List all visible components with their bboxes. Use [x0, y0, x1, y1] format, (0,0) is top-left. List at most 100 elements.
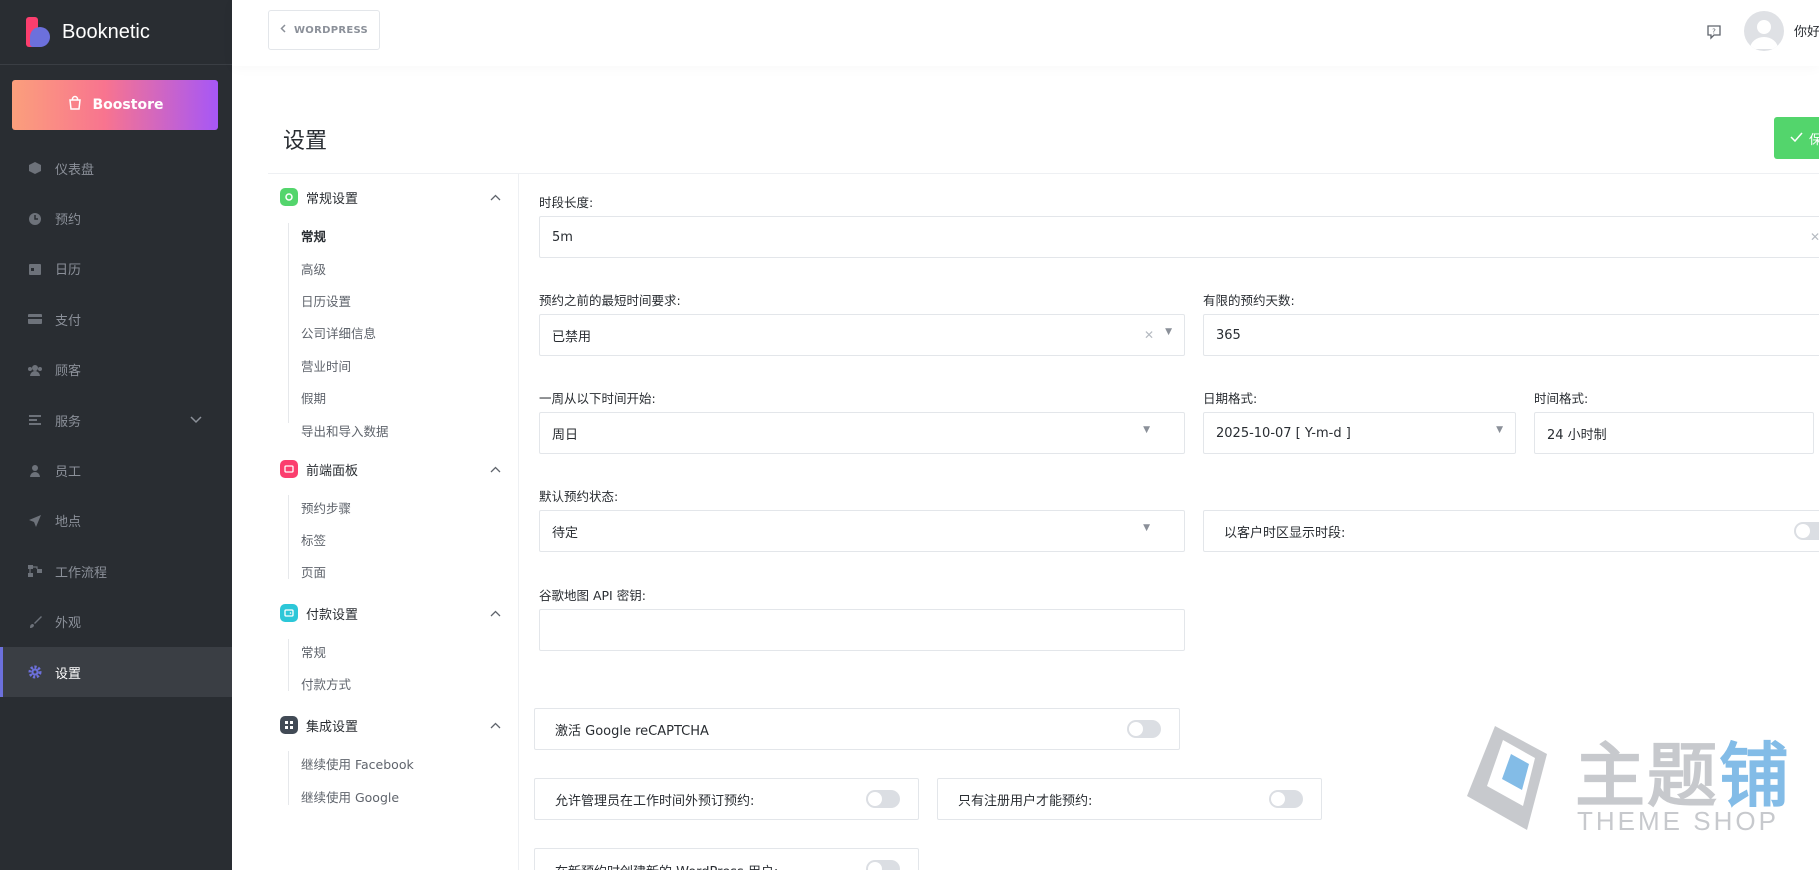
registered-only-toggle[interactable] — [1269, 790, 1303, 808]
chevron-up-icon[interactable] — [490, 606, 501, 621]
limited-days-value: 365 — [1216, 327, 1241, 343]
sidebar-item-staff[interactable]: 员工 — [0, 445, 232, 495]
settings-link-payment-methods[interactable]: 付款方式 — [301, 674, 351, 693]
create-wp-user-row: 在新预约时创建新的 WordPress 用户: — [534, 848, 919, 870]
avatar[interactable] — [1744, 11, 1784, 51]
date-format-select[interactable]: 2025-10-07 [ Y-m-d ] ▼ — [1203, 412, 1516, 454]
settings-link-payment-general[interactable]: 常规 — [301, 642, 326, 661]
allow-admin-outside-toggle[interactable] — [866, 790, 900, 808]
grid-icon — [280, 716, 298, 734]
registered-only-row: 只有注册用户才能预约: — [937, 778, 1322, 820]
create-wp-user-toggle[interactable] — [866, 860, 900, 870]
svg-text:?: ? — [1712, 28, 1716, 36]
recaptcha-toggle[interactable] — [1127, 720, 1161, 738]
settings-group-header[interactable]: 集成设置 — [280, 715, 358, 735]
settings-link-export-import[interactable]: 导出和导入数据 — [301, 421, 389, 440]
settings-link-pages[interactable]: 页面 — [301, 562, 326, 581]
registered-only-label: 只有注册用户才能预约: — [958, 793, 1093, 809]
caret-down-icon: ▼ — [1496, 425, 1503, 435]
min-time-before-select[interactable]: 已禁用 ✕ ▼ — [539, 314, 1185, 356]
sidebar-item-payments[interactable]: 支付 — [0, 294, 232, 344]
default-status-label: 默认预约状态: — [539, 489, 619, 504]
settings-link-advanced[interactable]: 高级 — [301, 259, 326, 278]
default-status-value: 待定 — [552, 525, 579, 541]
sidebar-item-locations[interactable]: 地点 — [0, 496, 232, 546]
settings-link-facebook[interactable]: 继续使用 Facebook — [301, 754, 414, 773]
settings-group-title: 付款设置 — [306, 607, 359, 623]
time-format-label: 时间格式: — [1534, 391, 1589, 406]
min-time-before-value: 已禁用 — [552, 329, 592, 345]
page-title: 设置 — [283, 129, 328, 154]
watermark-subtext: THEME SHOP — [1577, 806, 1779, 836]
settings-link-booking-steps[interactable]: 预约步骤 — [301, 498, 351, 517]
limited-days-label: 有限的预约天数: — [1203, 293, 1295, 308]
clock-icon — [27, 211, 43, 227]
panel-icon — [280, 460, 298, 478]
chevron-up-icon[interactable] — [490, 190, 501, 205]
min-time-before-label: 预约之前的最短时间要求: — [539, 293, 681, 308]
sidebar-item-label: 预约 — [55, 213, 82, 229]
settings-group-title: 前端面板 — [306, 463, 359, 479]
allow-admin-outside-label: 允许管理员在工作时间外预订预约: — [555, 793, 755, 809]
sidebar-item-calendar[interactable]: 日历 — [0, 244, 232, 294]
sidebar-item-appointments[interactable]: 预约 — [0, 193, 232, 243]
brand[interactable]: Booknetic — [0, 0, 232, 65]
sidebar-item-customers[interactable]: 顾客 — [0, 345, 232, 395]
watermark: 主题铺 THEME SHOP — [1455, 714, 1815, 844]
sidebar-item-label: 顾客 — [55, 364, 82, 380]
google-maps-key-input[interactable] — [539, 609, 1185, 651]
settings-link-google[interactable]: 继续使用 Google — [301, 787, 399, 806]
sidebar-item-label: 工作流程 — [55, 565, 108, 581]
settings-link-labels[interactable]: 标签 — [301, 530, 326, 549]
chevron-down-icon[interactable] — [190, 413, 202, 428]
settings-link-holidays[interactable]: 假期 — [301, 388, 326, 407]
settings-link-calendar[interactable]: 日历设置 — [301, 291, 351, 310]
sidebar-item-workflow[interactable]: 工作流程 — [0, 546, 232, 596]
sidebar-item-dashboard[interactable]: 仪表盘 — [0, 143, 232, 193]
sidebar-item-label: 设置 — [55, 666, 82, 682]
clear-icon[interactable]: ✕ — [1810, 230, 1819, 244]
user-icon — [27, 463, 43, 479]
user-greeting[interactable]: 你好 — [1794, 21, 1819, 40]
boostore-button[interactable]: Boostore — [12, 80, 218, 130]
save-button[interactable]: 保 — [1774, 117, 1819, 159]
chevron-up-icon[interactable] — [490, 462, 501, 477]
nav-line — [288, 223, 289, 423]
default-status-select[interactable]: 待定 ▼ — [539, 510, 1185, 552]
calendar-icon — [27, 261, 43, 277]
users-icon — [27, 362, 43, 378]
sidebar-item-label: 仪表盘 — [55, 162, 95, 178]
credit-card-icon — [27, 311, 43, 327]
limited-days-input[interactable]: 365 — [1203, 314, 1819, 356]
settings-link-company[interactable]: 公司详细信息 — [301, 323, 376, 342]
sidebar-item-services[interactable]: 服务 — [0, 395, 232, 445]
wordpress-back-button[interactable]: WORDPRESS — [268, 10, 380, 50]
caret-down-icon: ▼ — [1165, 327, 1172, 337]
list-icon — [27, 412, 43, 428]
save-label: 保 — [1809, 132, 1819, 148]
help-icon[interactable]: ? — [1700, 18, 1728, 46]
chevron-up-icon[interactable] — [490, 718, 501, 733]
brush-icon — [27, 614, 43, 630]
week-starts-select[interactable]: 周日 ▼ — [539, 412, 1185, 454]
sidebar-item-settings[interactable]: 设置 — [0, 646, 232, 698]
timeslot-length-select[interactable]: 5m ✕ — [539, 216, 1819, 258]
settings-link-general[interactable]: 常规 — [301, 226, 326, 245]
sidebar-item-label: 地点 — [55, 515, 82, 531]
settings-group-header[interactable]: 前端面板 — [280, 459, 358, 479]
clear-icon[interactable]: ✕ — [1144, 328, 1154, 342]
settings-link-business-hours[interactable]: 营业时间 — [301, 356, 351, 375]
shopping-bag-icon — [67, 95, 83, 115]
caret-down-icon: ▼ — [1143, 425, 1150, 435]
client-timezone-toggle[interactable] — [1794, 522, 1819, 540]
recaptcha-label: 激活 Google reCAPTCHA — [555, 723, 709, 739]
watermark-logo-icon — [1467, 726, 1547, 830]
nav-line — [288, 495, 289, 579]
week-starts-value: 周日 — [552, 427, 579, 443]
sidebar-item-appearance[interactable]: 外观 — [0, 597, 232, 647]
check-icon — [1790, 131, 1803, 146]
settings-group-header[interactable]: 付款设置 — [280, 603, 358, 623]
time-format-select[interactable]: 24 小时制 — [1534, 412, 1814, 454]
settings-group-header[interactable]: 常规设置 — [280, 187, 358, 207]
week-starts-label: 一周从以下时间开始: — [539, 391, 656, 406]
